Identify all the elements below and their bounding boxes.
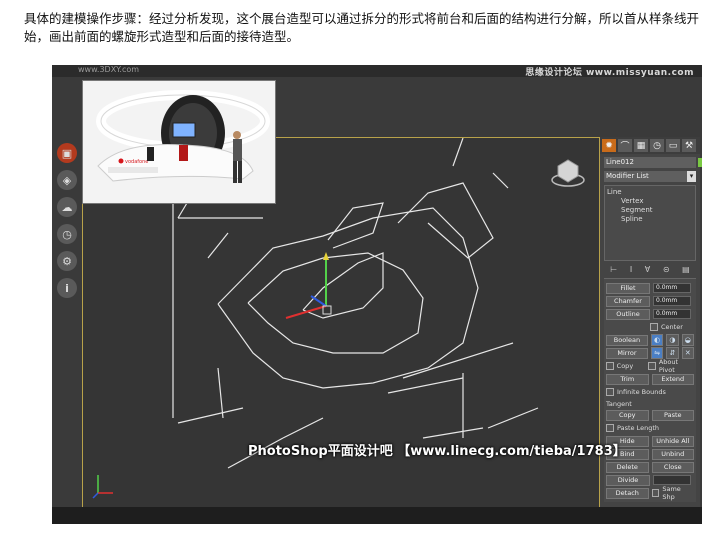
copy-label: Copy (616, 362, 634, 370)
mirror-button[interactable]: Mirror (606, 347, 648, 359)
object-color-swatch[interactable] (698, 158, 702, 167)
spline-inner (302, 252, 384, 319)
brand-text: vodafone (125, 159, 148, 165)
paste-length-checkbox[interactable] (606, 424, 614, 432)
spline-outer (217, 207, 479, 389)
stack-item-spline[interactable]: Spline (607, 215, 693, 224)
modifier-list-dropdown[interactable]: Modifier List ▾ (604, 171, 696, 182)
spline-middle (247, 252, 424, 354)
line-9 (387, 377, 464, 394)
tangent-group-label: Tangent (606, 399, 632, 408)
hierarchy-tab-icon[interactable]: ▦ (634, 139, 648, 152)
intro-paragraph: 具体的建模操作步骤：经过分析发现，这个展台造型可以通过拆分的形式将前台和后面的结… (24, 11, 700, 44)
watermark-top: 思缘设计论坛 www.missyuan.com (525, 68, 694, 78)
paste-length-label: Paste Length (617, 424, 660, 432)
modifier-list-label: Modifier List (606, 172, 649, 180)
tangent-paste-button[interactable]: Paste (651, 409, 694, 421)
about-pivot-checkbox[interactable] (648, 362, 656, 370)
outline-spinner[interactable]: 0.0mm (653, 309, 691, 319)
axis-tripod (92, 475, 113, 499)
stack-tools: ⊢ Ⅰ ∀ ⊝ ▤ (604, 265, 696, 274)
line-5 (492, 172, 509, 189)
tangent-copy-button[interactable]: Copy (606, 409, 649, 421)
boolean-button[interactable]: Boolean (606, 334, 648, 346)
clock-icon[interactable]: ◷ (57, 224, 77, 244)
fillet-button[interactable]: Fillet (606, 282, 650, 294)
info-icon[interactable]: i (57, 278, 77, 298)
stack-item-segment[interactable]: Segment (607, 206, 693, 215)
divide-button[interactable]: Divide (606, 474, 650, 486)
make-unique-icon[interactable]: ∀ (645, 265, 650, 274)
union-icon[interactable]: ◐ (650, 334, 664, 346)
chamfer-spinner[interactable]: 0.0mm (653, 296, 691, 306)
chamfer-button[interactable]: Chamfer (606, 295, 650, 307)
cube-icon[interactable]: ▣ (57, 143, 77, 163)
stack-item-vertex[interactable]: Vertex (607, 197, 693, 206)
close-button[interactable]: Close (651, 461, 694, 473)
modifier-stack: Line Vertex Segment Spline (604, 185, 696, 261)
spline-top (327, 202, 384, 249)
remove-modifier-icon[interactable]: ⊝ (663, 265, 670, 274)
modify-tab-icon[interactable]: ⌒ (618, 139, 632, 152)
unhide-all-button[interactable]: Unhide All (651, 435, 694, 447)
extend-button[interactable]: Extend (651, 373, 694, 385)
cloud-icon[interactable]: ☁ (57, 197, 77, 217)
line-8 (487, 407, 539, 429)
watermark-top-left: www.3DXY.com (78, 65, 140, 74)
divide-spinner[interactable] (653, 475, 691, 485)
command-panel: ✹ ⌒ ▦ ◷ ▭ ⚒ Line012 Modifier List ▾ Line… (600, 137, 702, 517)
about-pivot-label: About Pivot (658, 358, 679, 374)
line-15 (282, 417, 324, 439)
unbind-button[interactable]: Unbind (651, 448, 694, 460)
object-name-text: Line012 (606, 158, 634, 166)
center-label: Center (661, 323, 683, 331)
line-3 (207, 232, 229, 259)
line-11 (177, 407, 244, 424)
create-tab-icon[interactable]: ✹ (602, 139, 616, 152)
detach-button[interactable]: Detach (606, 487, 649, 499)
line-7 (402, 342, 514, 379)
utilities-tab-icon[interactable]: ⚒ (682, 139, 696, 152)
copy-checkbox[interactable] (606, 362, 614, 370)
watermark-bottom: PhotoShop平面设计吧 【www.linecg.com/tieba/178… (248, 444, 626, 459)
subtract-icon[interactable]: ◑ (666, 334, 679, 346)
center-checkbox[interactable] (650, 323, 658, 331)
booth-render-image: vodafone (83, 81, 275, 203)
status-bar (52, 507, 702, 524)
gizmo-y-arrow (323, 252, 329, 260)
stack-item-line[interactable]: Line (607, 188, 693, 197)
left-toolbar: ▣ ◈ ☁ ◷ ⚙ i (55, 143, 79, 305)
chevron-down-icon[interactable]: ▾ (687, 171, 696, 182)
object-name-field[interactable]: Line012 (604, 157, 702, 168)
same-shp-label: Same Shp (662, 485, 681, 501)
line-14 (422, 427, 484, 439)
show-end-result-icon[interactable]: Ⅰ (630, 265, 632, 274)
infinite-bounds-label: Infinite Bounds (617, 388, 666, 396)
display-tab-icon[interactable]: ▭ (666, 139, 680, 152)
same-shp-checkbox[interactable] (651, 489, 660, 497)
line-4 (452, 137, 464, 167)
reference-thumbnail: vodafone (82, 80, 276, 204)
panel-tabs: ✹ ⌒ ▦ ◷ ▭ ⚒ (600, 137, 700, 154)
motion-tab-icon[interactable]: ◷ (650, 139, 664, 152)
box-icon[interactable]: ◈ (57, 170, 77, 190)
geometry-rollout: Fillet 0.0mm Chamfer 0.0mm Outline 0.0mm Ce… (604, 278, 696, 502)
fillet-spinner[interactable]: 0.0mm (653, 283, 691, 293)
delete-button[interactable]: Delete (606, 461, 649, 473)
gizmo-z-axis (310, 295, 327, 307)
configure-sets-icon[interactable]: ▤ (682, 265, 690, 274)
infinite-bounds-checkbox[interactable] (606, 388, 614, 396)
gear-icon[interactable]: ⚙ (57, 251, 77, 271)
top-bar: www.3DXY.com 思缘设计论坛 www.missyuan.com (52, 65, 702, 78)
pin-stack-icon[interactable]: ⊢ (610, 265, 617, 274)
line-10 (217, 367, 224, 419)
trim-button[interactable]: Trim (606, 373, 649, 385)
intersect-icon[interactable]: ◒ (681, 334, 694, 346)
view-cube (551, 159, 585, 187)
outline-button[interactable]: Outline (606, 308, 650, 320)
